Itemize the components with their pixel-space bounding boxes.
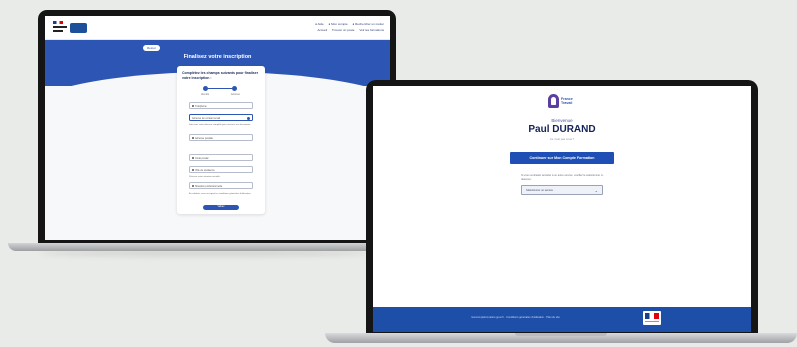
header-nav: ● Aide ● Mon compte ● Rechercher un méti…: [311, 21, 384, 33]
situation-select[interactable]: Situation professionnelle: [189, 182, 253, 189]
brand-logo-icon: [70, 23, 87, 33]
address-hint: Saisissez votre adresse complète pour re…: [189, 124, 251, 126]
service-select[interactable]: Sélectionner un service ⌄: [521, 185, 603, 195]
radio-selected-icon: [247, 116, 250, 120]
nav-link-home[interactable]: Accueil: [317, 28, 327, 32]
location-icon: [192, 136, 194, 139]
city-icon: [192, 168, 194, 171]
not-you-link[interactable]: Ce n'est pas vous ?: [373, 137, 751, 141]
nav-link-search[interactable]: ● Rechercher un métier: [353, 22, 385, 26]
card-title: Complétez les champs suivants pour final…: [182, 71, 259, 80]
nav-link-jobs[interactable]: Trouver un poste: [332, 28, 355, 32]
pin-icon: [192, 156, 194, 159]
france-travail-logo[interactable]: France Travail: [548, 93, 576, 111]
stepper: Identité Adresse: [201, 86, 240, 98]
chevron-down-icon: ⌄: [594, 188, 598, 193]
back-button[interactable]: Retour: [143, 45, 161, 51]
site-header: ● Aide ● Mon compte ● Rechercher un méti…: [45, 16, 390, 40]
registration-card: Complétez les champs suivants pour final…: [177, 66, 265, 214]
right-laptop-screen: France Travail Bienvenue Paul DURAND Ce …: [373, 86, 751, 332]
page-title: Finalisez votre inscription: [183, 54, 252, 60]
service-description: Si vous souhaitez accéder à un autre ser…: [521, 174, 604, 181]
step-2-label: Adresse: [230, 93, 240, 96]
step-2-dot-icon: [232, 86, 237, 91]
city-field[interactable]: Ville de résidence: [189, 166, 253, 173]
flag-icon: [53, 21, 63, 24]
terms-note: En validant, vous acceptez les condition…: [189, 193, 252, 195]
flag-icon: [645, 313, 659, 319]
nav-link-help[interactable]: ● Aide: [315, 22, 323, 26]
address-field[interactable]: Adresse postale: [189, 134, 253, 141]
continue-button[interactable]: Continuer sur Mon Compte Formation: [510, 152, 614, 164]
submit-button[interactable]: Valider: [203, 205, 239, 210]
france-travail-logo-icon: [548, 94, 559, 108]
nav-link-trainings[interactable]: Voir les formations: [359, 28, 384, 32]
republique-francaise-logo[interactable]: [53, 21, 87, 35]
nav-link-account[interactable]: ● Mon compte: [329, 22, 348, 26]
welcome-label: Bienvenue: [551, 118, 573, 123]
phone-icon: [192, 104, 194, 107]
phone-field[interactable]: Téléphone: [189, 102, 253, 109]
right-laptop: France Travail Bienvenue Paul DURAND Ce …: [325, 70, 797, 347]
trackpad-notch: [515, 333, 607, 336]
postal-code-field[interactable]: Code postal: [189, 154, 253, 161]
user-name: Paul DURAND: [528, 124, 596, 135]
step-1-label: Identité: [201, 93, 210, 96]
footer-links[interactable]: moncompteformation.gouv.fr · Conditions …: [471, 316, 560, 319]
work-icon: [192, 184, 194, 187]
site-footer: moncompteformation.gouv.fr · Conditions …: [373, 307, 751, 332]
email-field[interactable]: Adresse de contact email: [189, 114, 253, 121]
situation-hint: Précisez votre situation actuelle.: [189, 176, 221, 178]
marianne-logo: [643, 311, 661, 325]
